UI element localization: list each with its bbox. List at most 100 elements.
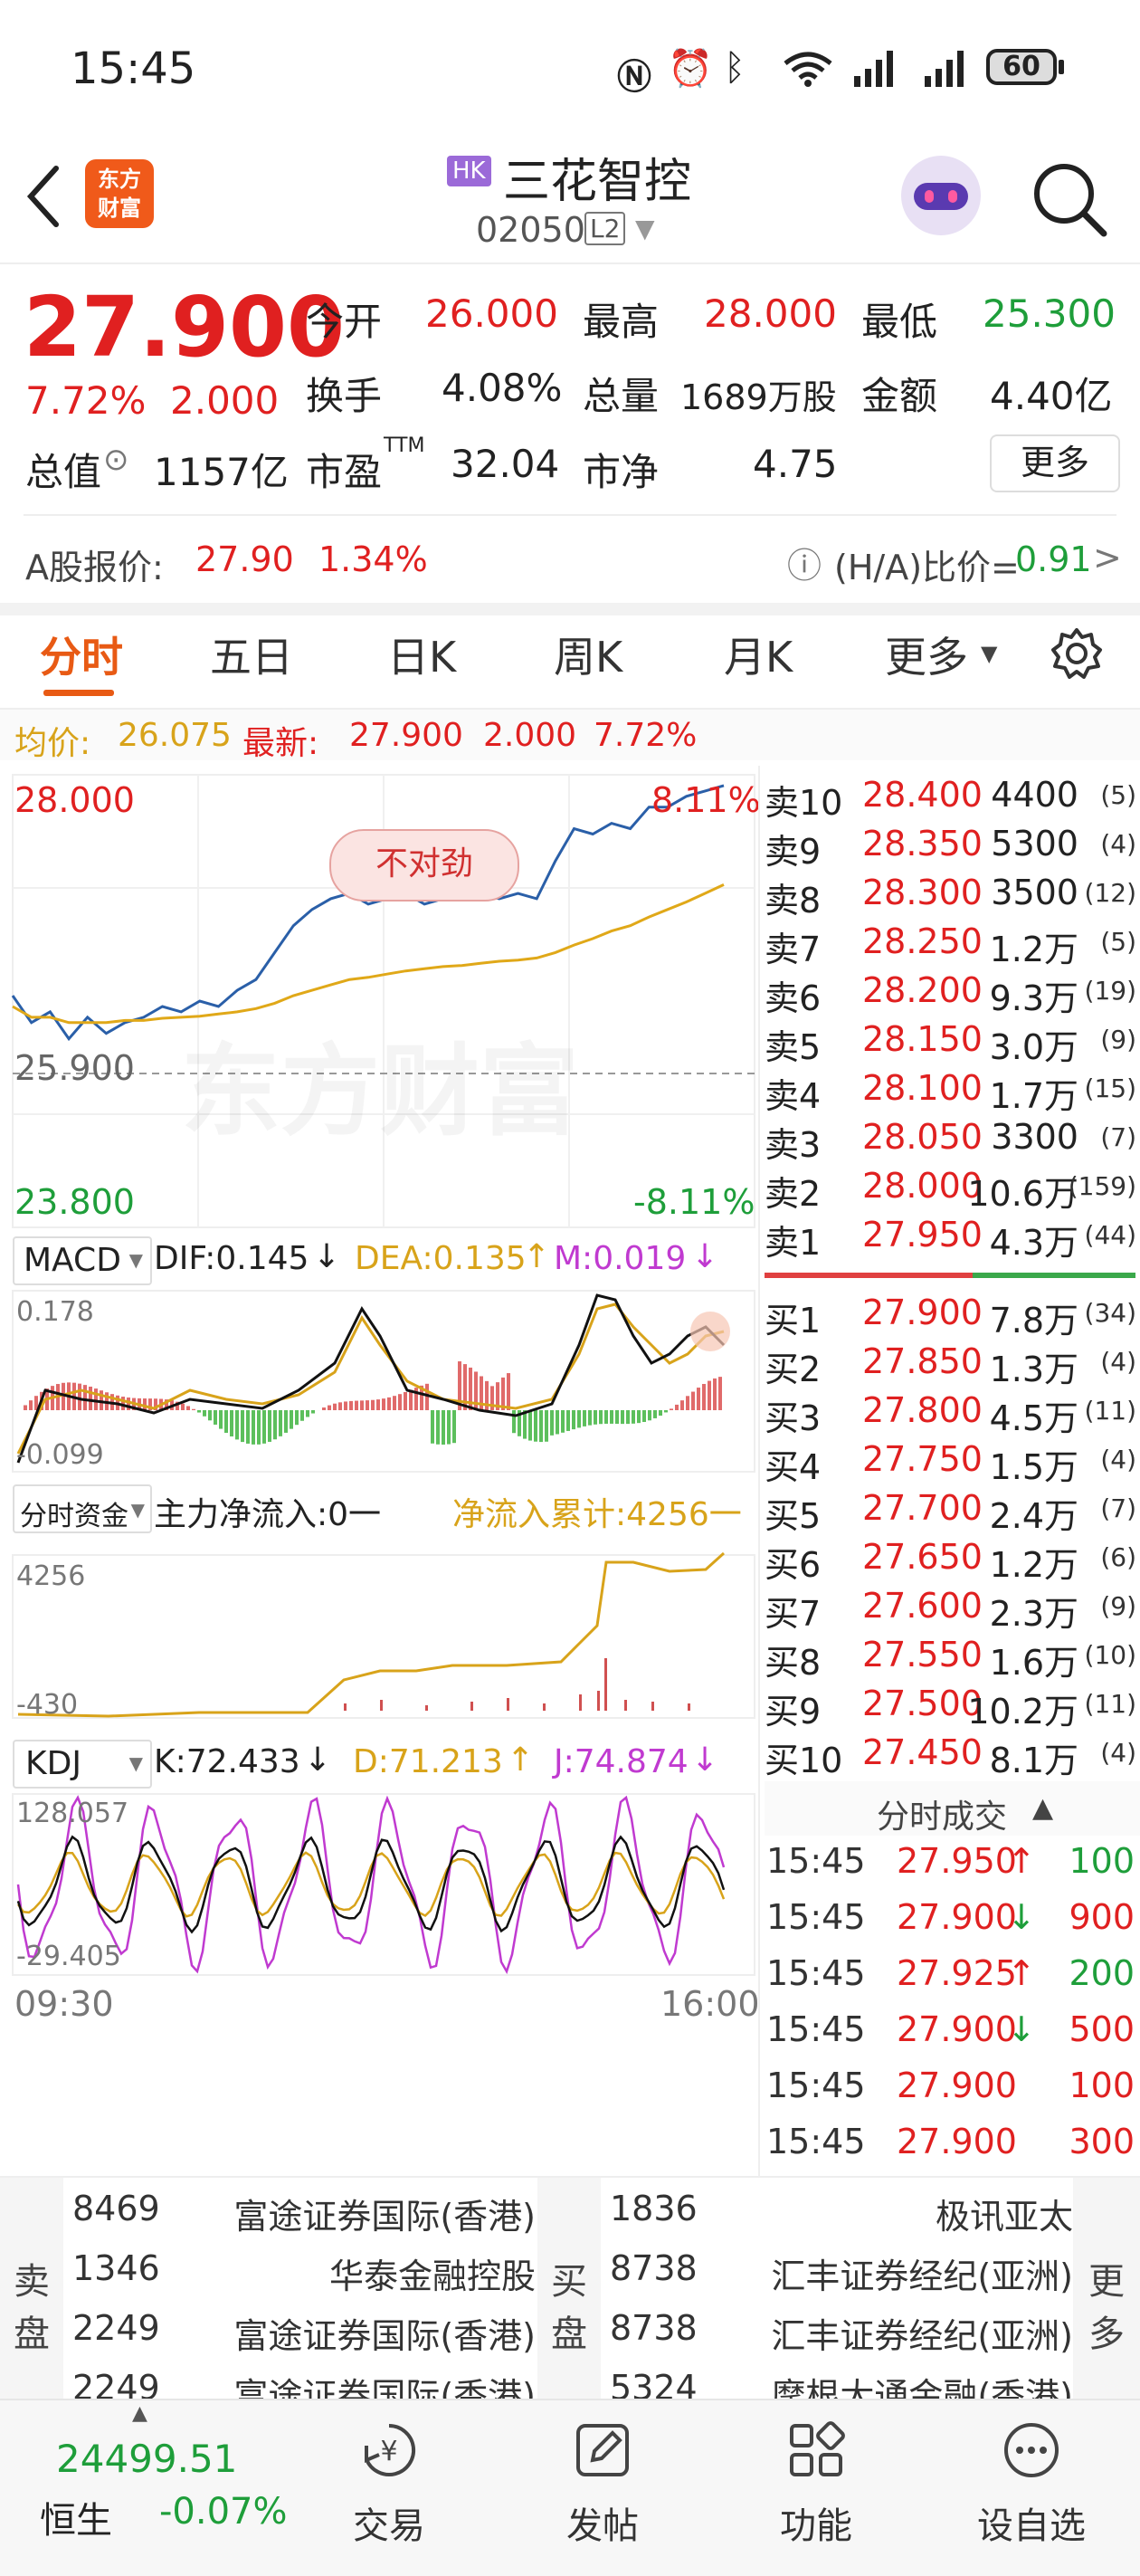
kdj-dropdown-icon: ▼ [129,1752,143,1774]
broker-name: 摩根大通金融(香港) [771,2368,1073,2399]
fund-bar [344,1703,347,1711]
macd-bar [306,1410,309,1417]
nav-post[interactable]: 发帖 [548,2419,657,2549]
macd-bar [409,1390,413,1410]
tab-more[interactable]: 更多 [885,625,968,684]
tick-volume: 900 [1069,1897,1135,1937]
buy-broker-row[interactable]: 8738汇丰证券经纪(亚洲) [610,2308,1073,2362]
market-badge: HK [447,156,491,186]
buy-broker-row[interactable]: 1836极讯亚太 [610,2189,1073,2243]
bid-row-6[interactable]: 买627.6501.2万(6) [765,1537,1140,1586]
chevron-right-icon: > [1093,538,1122,577]
ask-row-2[interactable]: 卖928.3505300(4) [765,824,1140,873]
buy-broker-row[interactable]: 5324摩根大通金融(香港) [610,2368,1073,2399]
sell-broker-row[interactable]: 2249富途证券国际(香港) [72,2368,536,2399]
brokers-more-button[interactable]: 更 多 [1073,2178,1140,2399]
bid-row-2[interactable]: 买227.8501.3万(4) [765,1341,1140,1390]
a-share-row[interactable]: A股报价: 27.90 1.34% ⓘ (H/A)比价= 0.91 > [0,520,1140,603]
status-bar: 15:45 Ⓝ ⏰ ᛒ 60 [0,0,1140,136]
bid-row-5[interactable]: 买527.7002.4万(7) [765,1488,1140,1537]
buy-broker-row[interactable]: 8738汇丰证券经纪(亚洲) [610,2248,1073,2303]
macd-selector[interactable]: MACD ▼ [13,1236,152,1285]
quote-divider [24,514,1116,516]
intraday-chart[interactable]: 28.000 8.11% 25.900 23.800 -8.11% 不对劲 东方… [0,766,760,2151]
nfc-icon: Ⓝ [617,49,651,99]
ask-row-8[interactable]: 卖328.0503300(7) [765,1117,1140,1166]
level-badge[interactable]: L2 [584,212,625,245]
tick-price: 27.900 [897,1897,1017,1937]
bid-row-1[interactable]: 买127.9007.8万(34) [765,1293,1140,1341]
bid-row-10[interactable]: 买1027.4508.1万(4) [765,1732,1140,1781]
macd-bar [642,1410,646,1422]
help-icon[interactable]: ⓘ [787,538,822,587]
macd-bar [344,1401,347,1410]
macd-bar [561,1410,565,1433]
avg-label: 均价: [14,717,90,764]
tick-time: 15:45 [766,2122,866,2161]
code-dropdown-icon[interactable]: ▼ [635,214,655,243]
app-logo[interactable]: 东方 财富 [85,159,154,228]
ask-row-6[interactable]: 卖528.1503.0万(9) [765,1019,1140,1068]
broker-name: 富途证券国际(香港) [233,2308,536,2358]
fund-bar [543,1703,546,1711]
macd-bar [675,1405,679,1410]
ask-row-5[interactable]: 卖628.2009.3万(19) [765,970,1140,1019]
sell-broker-row[interactable]: 2249富途证券国际(香港) [72,2308,536,2362]
bid-count: (11) [1085,1689,1136,1719]
bid-row-3[interactable]: 买327.8004.5万(11) [765,1390,1140,1439]
macd-bar [594,1410,597,1425]
kdj-selector[interactable]: KDJ ▼ [13,1740,152,1789]
fund-bar [425,1705,428,1711]
bid-row-7[interactable]: 买727.6002.3万(9) [765,1586,1140,1635]
ask-row-3[interactable]: 卖828.3003500(12) [765,873,1140,921]
fund-top: 4256 [16,1560,85,1592]
ask-count: (12) [1085,878,1136,908]
ask-row-1[interactable]: 卖1028.4004400(5) [765,775,1140,824]
bid-row-9[interactable]: 买927.50010.2万(11) [765,1684,1140,1732]
latest-label: 最新: [242,717,318,764]
bid-row-8[interactable]: 买827.5501.6万(10) [765,1635,1140,1684]
tab-monthly-k[interactable]: 月K [724,625,793,684]
ask-volume: 3300 [991,1117,1078,1157]
volume-label: 总量 [583,366,659,421]
ticks-header[interactable]: 分时成交 ▲ [765,1781,1140,1836]
macd-bar [404,1392,407,1410]
nav-trade[interactable]: ¥ 交易 [335,2419,443,2549]
macd-bar [718,1377,722,1410]
fund-selector[interactable]: 分时资金 ▼ [13,1484,152,1533]
fund-bar [470,1702,473,1711]
robot-avatar-icon[interactable] [901,156,981,235]
macd-bar [512,1410,516,1433]
nav-function[interactable]: 功能 [762,2419,870,2549]
sell-broker-row[interactable]: 8469富途证券国际(香港) [72,2189,536,2243]
more-button[interactable]: 更多 [990,434,1120,492]
tab-intraday[interactable]: 分时 [40,625,123,684]
tick-price: 27.900 [897,2066,1017,2105]
search-icon[interactable] [1031,161,1109,239]
macd-bar [442,1410,445,1445]
ask-row-9[interactable]: 卖228.00010.6万(159) [765,1166,1140,1215]
sell-broker-row[interactable]: 1346华泰金融控股 [72,2248,536,2303]
ask-row-10[interactable]: 卖127.9504.3万(44) [765,1215,1140,1264]
nav-trade-label: 交易 [335,2496,443,2549]
ask-row-4[interactable]: 卖728.2501.2万(5) [765,921,1140,970]
more-dots-icon[interactable]: ⊙ [103,442,129,478]
ask-row-7[interactable]: 卖428.1001.7万(15) [765,1068,1140,1117]
tab-5day[interactable]: 五日 [210,625,293,684]
tab-weekly-k[interactable]: 周K [554,625,622,684]
index-ticker[interactable]: 24499.51 恒生 -0.07% [27,2428,299,2545]
ask-count: (9) [1100,1025,1136,1054]
bid-row-4[interactable]: 买427.7501.5万(4) [765,1439,1140,1488]
macd-bar [610,1410,613,1424]
tab-daily-k[interactable]: 日K [387,625,456,684]
bid-price: 27.450 [862,1732,983,1772]
macd-bar [697,1388,700,1410]
ask-count: (5) [1100,927,1136,957]
nav-watchlist[interactable]: 设自选 [968,2419,1095,2549]
back-icon[interactable] [25,165,62,228]
mktcap-label: 总值 [25,442,101,497]
fund-bar [688,1703,690,1711]
pe-sup: TTM [384,434,424,457]
anomaly-button[interactable]: 不对劲 [329,829,519,902]
settings-icon[interactable] [1050,626,1104,681]
